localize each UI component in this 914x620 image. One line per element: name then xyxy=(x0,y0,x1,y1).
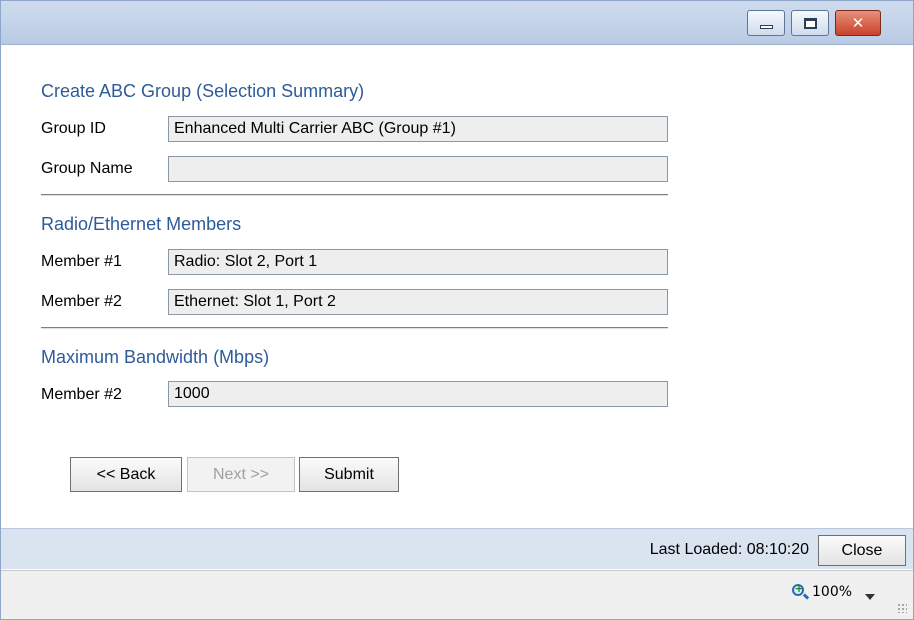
group-id-label: Group ID xyxy=(41,120,106,137)
zoom-control[interactable]: + 100% xyxy=(792,582,853,600)
zoom-in-icon: + xyxy=(792,582,810,600)
member2-field[interactable]: Ethernet: Slot 1, Port 2 xyxy=(168,289,668,315)
close-icon: ✕ xyxy=(851,15,865,32)
group-name-label: Group Name xyxy=(41,160,133,177)
zoom-level: 100% xyxy=(812,584,853,600)
maximize-icon xyxy=(792,11,828,35)
close-button[interactable]: Close xyxy=(818,535,906,566)
group-id-field[interactable]: Enhanced Multi Carrier ABC (Group #1) xyxy=(168,116,668,142)
minimize-button[interactable] xyxy=(747,10,785,36)
maximize-button[interactable] xyxy=(791,10,829,36)
back-button[interactable]: << Back xyxy=(70,457,182,492)
member1-field[interactable]: Radio: Slot 2, Port 1 xyxy=(168,249,668,275)
divider xyxy=(41,194,668,196)
title-bar: ✕ xyxy=(1,1,913,45)
next-button[interactable]: Next >> xyxy=(187,457,295,492)
close-window-button[interactable]: ✕ xyxy=(835,10,881,36)
member1-label: Member #1 xyxy=(41,253,122,270)
footer-bar: Last Loaded: 08:10:20 Close xyxy=(1,528,913,569)
member2-label: Member #2 xyxy=(41,293,122,310)
last-loaded-text: Last Loaded: 08:10:20 xyxy=(649,541,809,558)
divider xyxy=(41,327,668,329)
group-name-field[interactable] xyxy=(168,156,668,182)
minimize-icon xyxy=(748,11,784,35)
resize-grip-icon[interactable] xyxy=(897,603,907,613)
bandwidth-member-label: Member #2 xyxy=(41,386,122,403)
bandwidth-field[interactable]: 1000 xyxy=(168,381,668,407)
submit-button[interactable]: Submit xyxy=(299,457,399,492)
status-bar: + 100% xyxy=(1,570,913,619)
section-title-max-bandwidth: Maximum Bandwidth (Mbps) xyxy=(41,347,270,367)
chevron-down-icon[interactable] xyxy=(865,594,875,600)
section-title-selection-summary: Create ABC Group (Selection Summary) xyxy=(41,81,365,101)
dialog-window: ✕ Create ABC Group (Selection Summary) G… xyxy=(0,0,914,620)
section-title-members: Radio/Ethernet Members xyxy=(41,214,242,234)
